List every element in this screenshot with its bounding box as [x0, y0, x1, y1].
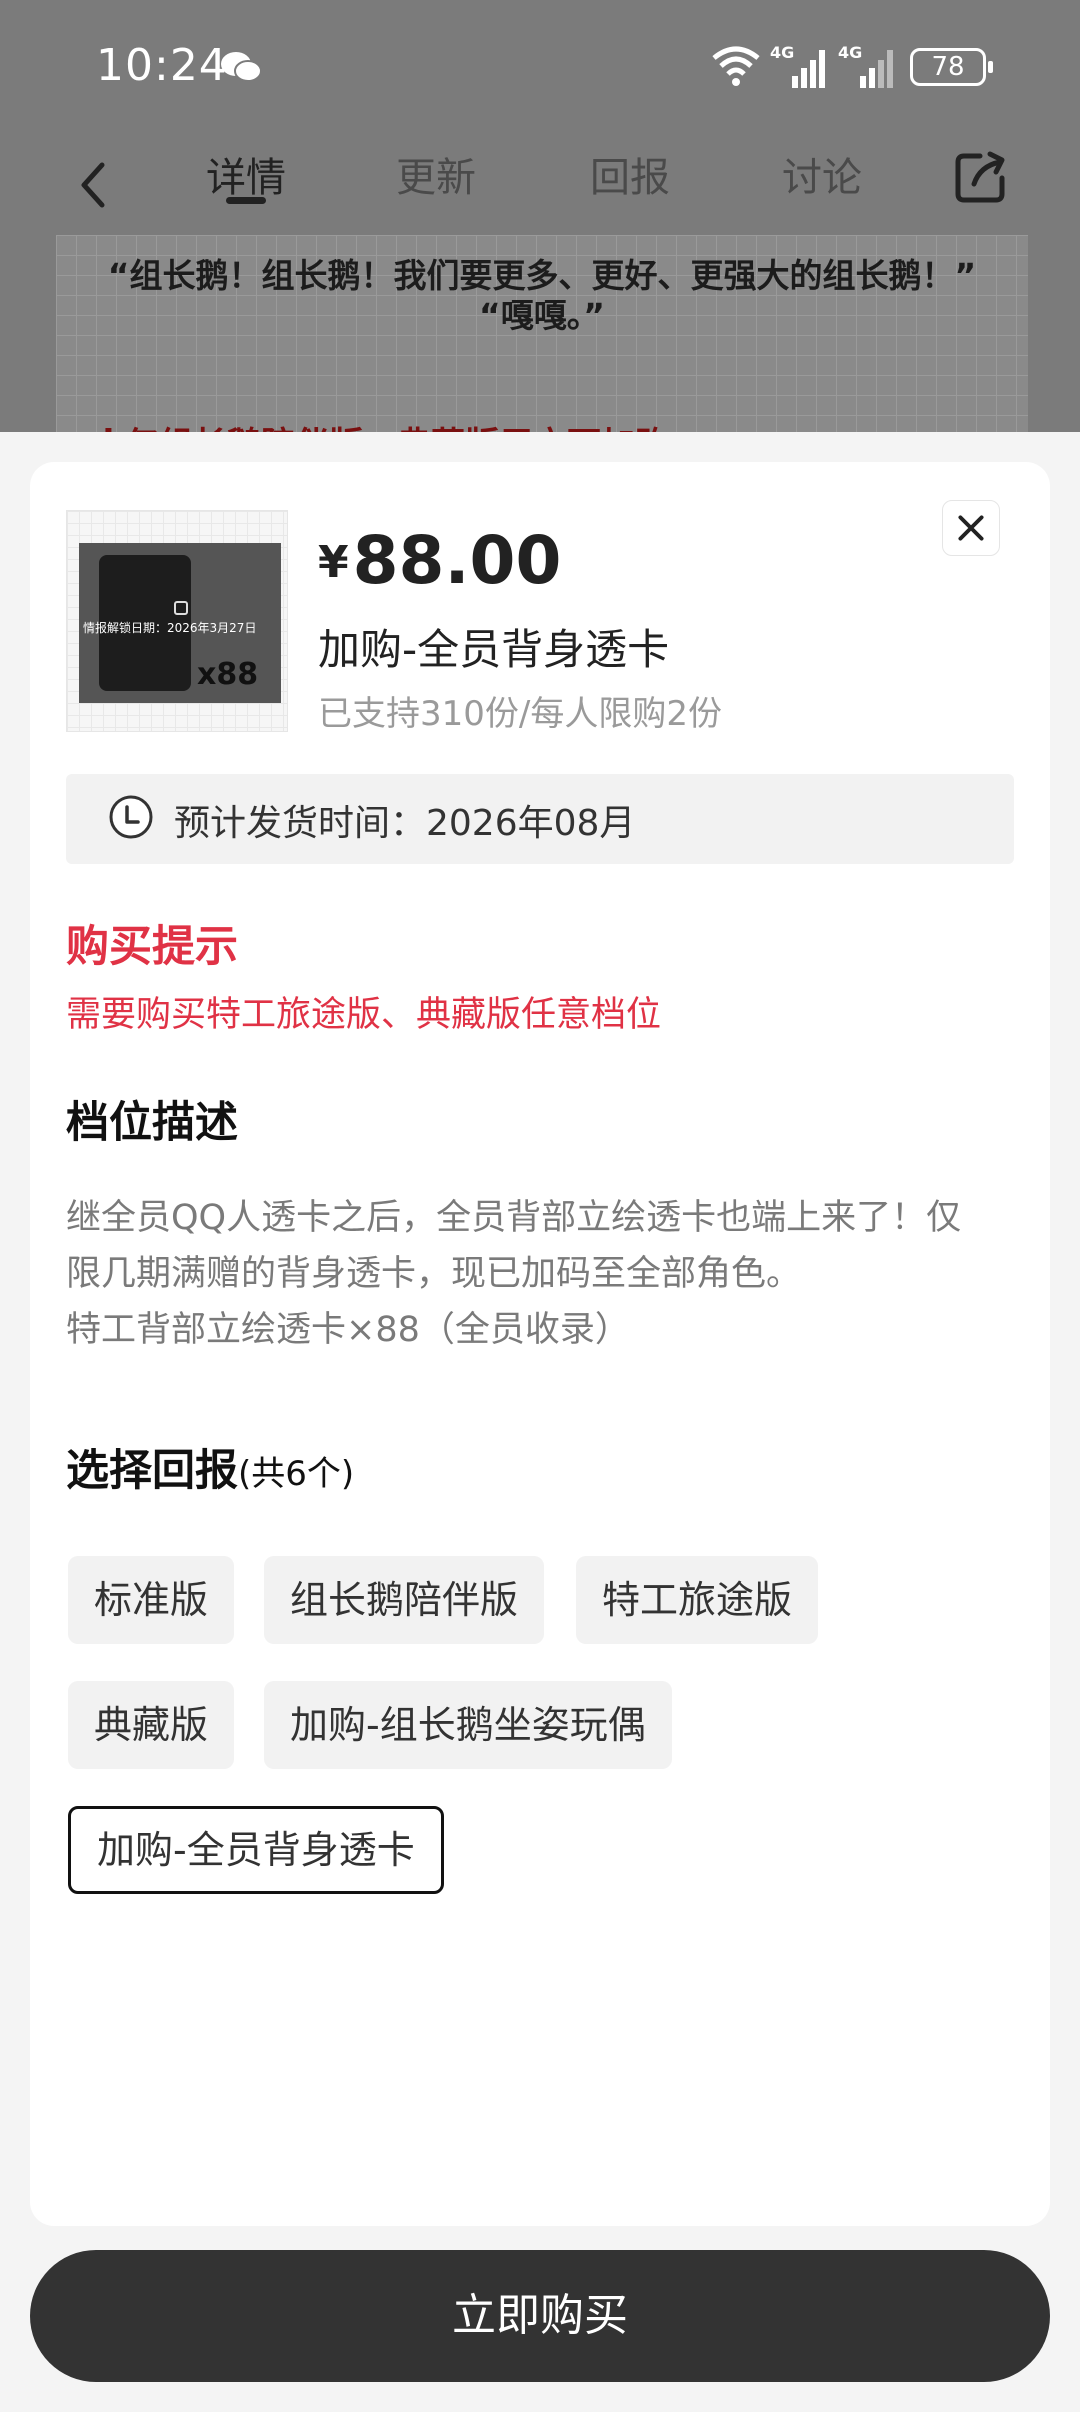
- reward-option-collector[interactable]: 典藏版: [68, 1681, 235, 1769]
- close-icon[interactable]: [942, 500, 1000, 556]
- nav-bar: 详情 更新 回报 讨论: [0, 135, 1080, 235]
- ship-time-text: 预计发货时间：2026年08月: [174, 803, 636, 844]
- choose-reward-count: (共6个): [238, 1454, 355, 1494]
- reward-option-addon-cards[interactable]: 加购-全员背身透卡: [68, 1806, 444, 1894]
- banner-line-2: “嘎嘎。”: [479, 296, 605, 335]
- product-title: 加购-全员背身透卡: [318, 625, 670, 674]
- status-time: 10:24: [96, 40, 228, 91]
- ship-time-box: 预计发货时间：2026年08月: [66, 774, 1014, 864]
- choose-reward-heading: 选择回报(共6个): [66, 1436, 354, 1498]
- back-arrow-icon[interactable]: [68, 155, 118, 215]
- reward-option-agent-journey[interactable]: 特工旅途版: [576, 1556, 819, 1644]
- battery-indicator: 78: [910, 48, 993, 86]
- price-value: 88.00: [352, 522, 562, 599]
- purchase-tip-heading: 购买提示: [66, 922, 238, 972]
- share-icon[interactable]: [950, 148, 1010, 208]
- signal-icon-2: 4G: [838, 43, 893, 88]
- description-heading: 档位描述: [66, 1098, 238, 1148]
- description-line-3: 特工背部立绘透卡×88（全员收录）: [66, 1310, 630, 1350]
- thumbnail-unlock-text: 情报解锁日期：2026年3月27日: [83, 621, 257, 635]
- wechat-icon: [221, 52, 262, 82]
- lock-icon: [174, 601, 188, 615]
- svg-text:4G: 4G: [838, 43, 862, 62]
- currency-symbol: ¥: [318, 537, 349, 588]
- wifi-icon: [712, 46, 760, 86]
- tab-details[interactable]: 详情: [206, 145, 286, 203]
- support-count: 已支持310份/每人限购2份: [318, 694, 722, 734]
- description-line-1: 继全员QQ人透卡之后，全员背部立绘透卡也端上来了！仅: [66, 1198, 962, 1238]
- background-page: 10:24 4G 4G 78 详情 更新 回报 讨论 “组长鹅！组长鹅！我们要更…: [0, 0, 1080, 432]
- svg-text:4G: 4G: [770, 43, 794, 62]
- signal-icon-1: 4G: [770, 43, 825, 88]
- thumbnail-count: x88: [197, 657, 259, 692]
- product-price: ¥88.00: [318, 522, 561, 599]
- buy-now-button[interactable]: 立即购买: [30, 2250, 1050, 2382]
- banner-red-note: ※仅组长鹅陪伴版、典藏版用户可加购: [92, 417, 669, 432]
- project-banner: “组长鹅！组长鹅！我们要更多、更好、更强大的组长鹅！” “嘎嘎。” ※仅组长鹅陪…: [56, 235, 1028, 432]
- thumbnail-image: 情报解锁日期：2026年3月27日 x88: [79, 543, 281, 703]
- reward-option-addon-plush[interactable]: 加购-组长鹅坐姿玩偶: [264, 1681, 672, 1769]
- choose-reward-title: 选择回报: [66, 1446, 238, 1496]
- purchase-tip-text: 需要购买特工旅途版、典藏版任意档位: [66, 995, 662, 1035]
- tab-discussion[interactable]: 讨论: [782, 145, 862, 203]
- description-line-2: 限几期满赠的背身透卡，现已加码至全部角色。: [66, 1254, 802, 1294]
- reward-option-standard[interactable]: 标准版: [68, 1556, 235, 1644]
- tab-updates[interactable]: 更新: [396, 145, 476, 203]
- reward-option-companion[interactable]: 组长鹅陪伴版: [264, 1556, 545, 1644]
- tab-rewards[interactable]: 回报: [590, 145, 670, 203]
- status-bar: 10:24 4G 4G 78: [0, 0, 1080, 135]
- product-thumbnail: 情报解锁日期：2026年3月27日 x88: [66, 510, 288, 732]
- active-tab-indicator: [226, 197, 266, 204]
- clock-icon: [109, 795, 153, 839]
- description-text: 继全员QQ人透卡之后，全员背部立绘透卡也端上来了！仅 限几期满赠的背身透卡，现已…: [66, 1190, 1026, 1358]
